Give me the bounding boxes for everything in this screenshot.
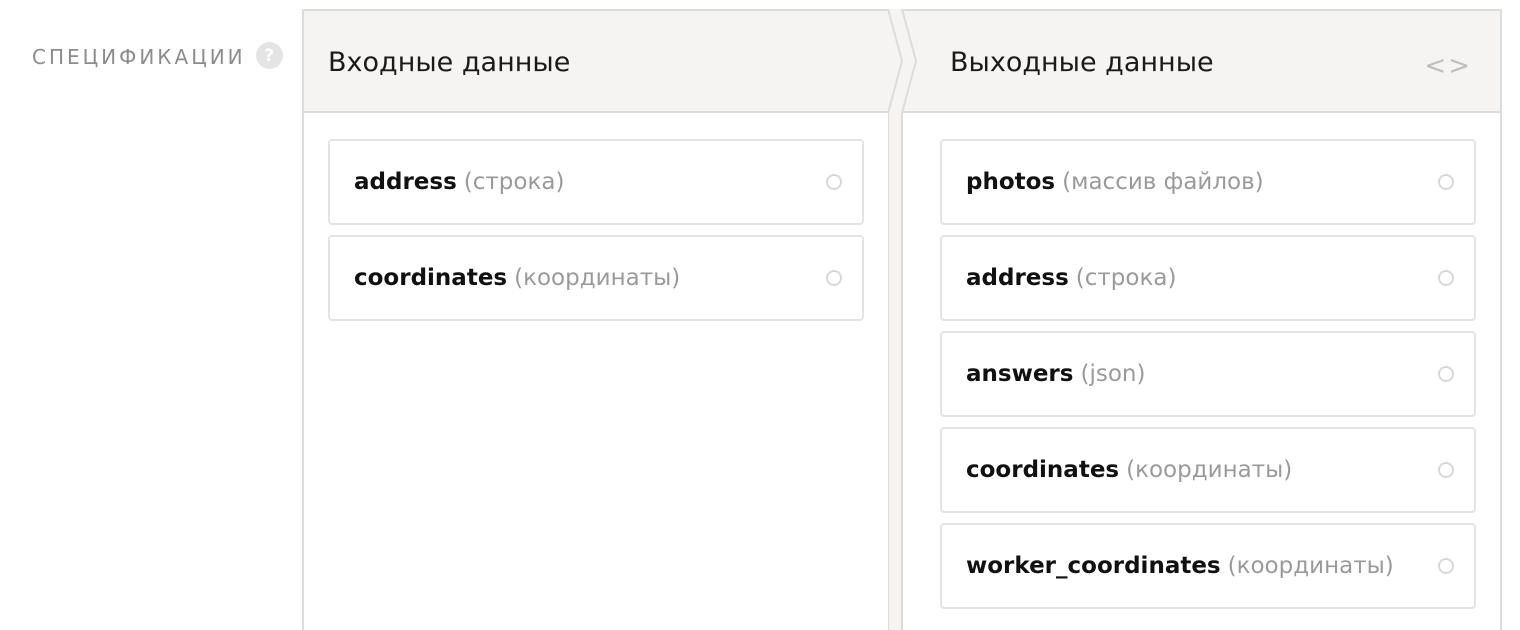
radio-icon[interactable]: [1438, 270, 1454, 286]
output-field-item[interactable]: coordinates (координаты): [940, 427, 1476, 513]
field-type: (координаты): [514, 265, 681, 291]
field-name: coordinates: [354, 265, 508, 291]
radio-icon[interactable]: [1438, 366, 1454, 382]
output-field-item[interactable]: address (строка): [940, 235, 1476, 321]
field-name: address: [354, 169, 457, 195]
page: СПЕЦИФИКАЦИИ ? Входные данные Выходные д…: [0, 0, 1520, 630]
column-divider: [888, 9, 918, 630]
input-field-item[interactable]: address (строка): [328, 139, 864, 225]
radio-icon[interactable]: [1438, 462, 1454, 478]
field-name: address: [966, 265, 1069, 291]
field-type: (массив файлов): [1062, 169, 1264, 195]
output-field-item[interactable]: photos (массив файлов): [940, 139, 1476, 225]
field-type: (координаты): [1126, 457, 1293, 483]
field-type: (строка): [463, 169, 565, 195]
radio-icon[interactable]: [1438, 558, 1454, 574]
input-field-list: address (строка) coordinates (координаты…: [328, 139, 864, 331]
input-data-title: Входные данные: [328, 47, 571, 78]
help-icon[interactable]: ?: [255, 42, 283, 69]
output-field-list: photos (массив файлов) address (строка) …: [940, 139, 1476, 619]
field-type: (json): [1080, 361, 1146, 387]
field-type: (координаты): [1227, 553, 1394, 579]
field-name: worker_coordinates: [966, 553, 1221, 579]
output-field-item[interactable]: answers (json): [940, 331, 1476, 417]
field-name: coordinates: [966, 457, 1120, 483]
specifications-panel: Входные данные Выходные данные <> addres…: [302, 9, 1502, 630]
field-name: answers: [966, 361, 1074, 387]
field-name: photos: [966, 169, 1056, 195]
output-data-title: Выходные данные: [950, 47, 1214, 78]
code-view-icon[interactable]: <>: [1424, 51, 1472, 81]
radio-icon[interactable]: [826, 270, 842, 286]
field-type: (строка): [1075, 265, 1177, 291]
input-field-item[interactable]: coordinates (координаты): [328, 235, 864, 321]
radio-icon[interactable]: [826, 174, 842, 190]
radio-icon[interactable]: [1438, 174, 1454, 190]
specifications-label: СПЕЦИФИКАЦИИ: [32, 44, 246, 69]
section-label: СПЕЦИФИКАЦИИ ?: [32, 42, 283, 69]
output-field-item[interactable]: worker_coordinates (координаты): [940, 523, 1476, 609]
